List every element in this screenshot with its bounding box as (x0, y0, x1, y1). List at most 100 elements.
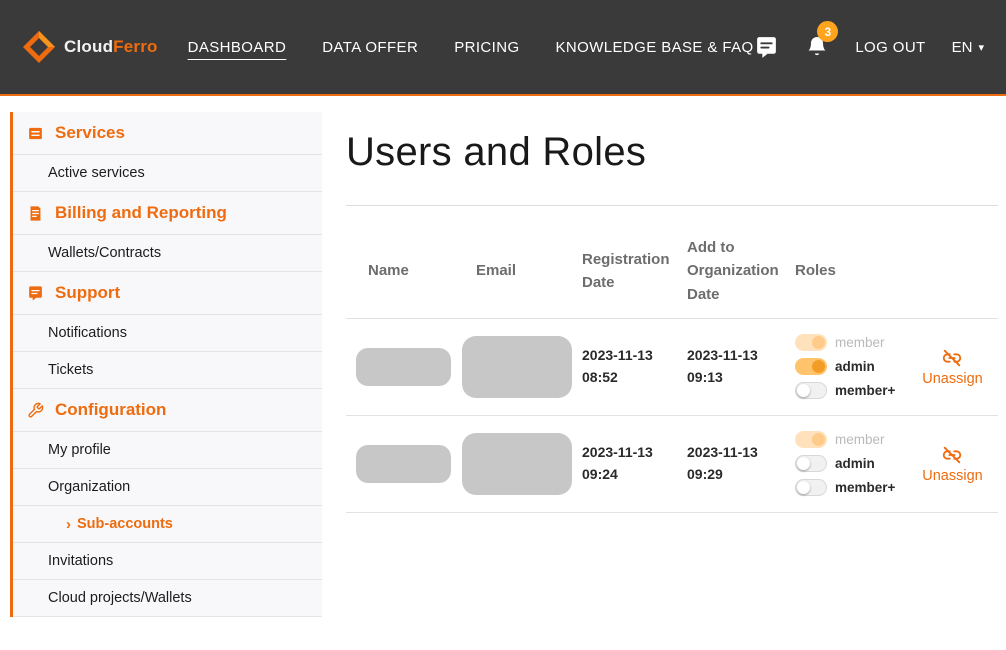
header-actions: 3 LOG OUT EN ▾ (754, 34, 984, 60)
roles-cell: member admin member+ (773, 331, 885, 403)
sidebar-item-notifications[interactable]: Notifications (13, 315, 322, 352)
main-nav: DASHBOARD DATA OFFER PRICING KNOWLEDGE B… (188, 39, 754, 56)
registration-date: 2023-11-13 08:52 (560, 345, 665, 388)
page-title: Users and Roles (346, 130, 998, 175)
email-cell (454, 433, 560, 495)
role-label: member (835, 335, 885, 350)
chevron-right-icon: › (66, 517, 71, 532)
brand-cloud: Cloud (64, 37, 113, 56)
sidebar-section-support: Support (13, 272, 322, 315)
sidebar-item-invitations[interactable]: Invitations (13, 543, 322, 580)
sidebar-section-billing: Billing and Reporting (13, 192, 322, 235)
role-row-member-plus: member+ (795, 476, 885, 500)
chat-icon (754, 35, 779, 60)
role-row-admin: admin (795, 355, 885, 379)
users-table: Name Email Registration Date Add to Orga… (346, 206, 998, 513)
unlink-icon (941, 444, 963, 466)
logout-button[interactable]: LOG OUT (855, 39, 925, 56)
toggle-knob (812, 336, 825, 349)
notification-badge: 3 (817, 21, 838, 42)
role-toggle-admin[interactable] (795, 455, 827, 472)
column-header-roles: Roles (773, 259, 885, 282)
sidebar-item-sub-accounts[interactable]: › Sub-accounts (13, 506, 322, 543)
nav-data-offer[interactable]: DATA OFFER (322, 39, 418, 56)
sidebar-section-title: Services (55, 123, 125, 143)
sidebar-section-title: Billing and Reporting (55, 203, 227, 223)
toggle-knob (797, 384, 810, 397)
name-cell (346, 348, 454, 386)
brand-ferro: Ferro (113, 37, 157, 56)
role-label: admin (835, 359, 875, 374)
unassign-button[interactable]: Unassign (922, 347, 982, 387)
redacted-email (462, 336, 572, 398)
name-cell (346, 445, 454, 483)
column-header-registration-date: Registration Date (560, 248, 665, 295)
role-label: admin (835, 456, 875, 471)
notifications-button[interactable]: 3 (805, 34, 829, 60)
redacted-email (462, 433, 572, 495)
language-selector[interactable]: EN ▾ (952, 39, 984, 56)
column-header-name: Name (346, 259, 454, 282)
brand-name: CloudFerro (64, 37, 158, 57)
toggle-knob (797, 481, 810, 494)
nav-knowledge-base-faq[interactable]: KNOWLEDGE BASE & FAQ (556, 39, 754, 56)
table-row: 2023-11-13 09:24 2023-11-13 09:29 member… (346, 416, 998, 513)
toggle-knob (812, 360, 825, 373)
redacted-name (356, 445, 451, 483)
nav-dashboard[interactable]: DASHBOARD (188, 39, 287, 56)
unassign-label: Unassign (922, 468, 982, 484)
sidebar-item-label: Sub-accounts (77, 516, 173, 532)
sidebar-item-cloud-projects-wallets[interactable]: Cloud projects/Wallets (13, 580, 322, 617)
add-to-organization-date: 2023-11-13 09:29 (665, 442, 773, 485)
sidebar-item-organization[interactable]: Organization (13, 469, 322, 506)
actions-cell: Unassign (885, 444, 998, 484)
sidebar-item-active-services[interactable]: Active services (13, 155, 322, 192)
role-row-admin: admin (795, 452, 885, 476)
sidebar-section-configuration: Configuration (13, 389, 322, 432)
role-row-member: member (795, 428, 885, 452)
sidebar-item-my-profile[interactable]: My profile (13, 432, 322, 469)
column-header-add-to-organization-date: Add to Organization Date (665, 236, 773, 306)
role-toggle-member[interactable] (795, 431, 827, 448)
role-toggle-member[interactable] (795, 334, 827, 351)
brand-logo[interactable]: CloudFerro (22, 30, 158, 64)
sidebar-section-title: Configuration (55, 400, 166, 420)
role-row-member: member (795, 331, 885, 355)
role-toggle-member-plus[interactable] (795, 382, 827, 399)
email-cell (454, 336, 560, 398)
messages-button[interactable] (754, 35, 779, 60)
registration-date: 2023-11-13 09:24 (560, 442, 665, 485)
toggle-knob (797, 457, 810, 470)
page-layout: Services Active services Billing and Rep… (0, 96, 1006, 617)
actions-cell: Unassign (885, 347, 998, 387)
unassign-label: Unassign (922, 371, 982, 387)
role-label: member (835, 432, 885, 447)
sidebar-item-wallets-contracts[interactable]: Wallets/Contracts (13, 235, 322, 272)
table-row: 2023-11-13 08:52 2023-11-13 09:13 member… (346, 319, 998, 416)
main-content: Users and Roles Name Email Registration … (322, 96, 1006, 513)
configuration-icon (27, 402, 44, 419)
roles-cell: member admin member+ (773, 428, 885, 500)
nav-pricing[interactable]: PRICING (454, 39, 519, 56)
sidebar-section-services: Services (13, 112, 322, 155)
toggle-knob (812, 433, 825, 446)
role-row-member-plus: member+ (795, 379, 885, 403)
top-header: CloudFerro DASHBOARD DATA OFFER PRICING … (0, 0, 1006, 96)
unassign-button[interactable]: Unassign (922, 444, 982, 484)
sidebar: Services Active services Billing and Rep… (10, 112, 322, 617)
language-label: EN (952, 39, 973, 56)
services-icon (27, 125, 44, 142)
cloudferro-logo-icon (22, 30, 56, 64)
redacted-name (356, 348, 451, 386)
sidebar-item-tickets[interactable]: Tickets (13, 352, 322, 389)
sidebar-section-title: Support (55, 283, 120, 303)
column-header-email: Email (454, 259, 560, 282)
add-to-organization-date: 2023-11-13 09:13 (665, 345, 773, 388)
billing-icon (27, 205, 44, 222)
table-header-row: Name Email Registration Date Add to Orga… (346, 206, 998, 319)
role-toggle-admin[interactable] (795, 358, 827, 375)
chevron-down-icon: ▾ (978, 41, 984, 54)
unlink-icon (941, 347, 963, 369)
role-toggle-member-plus[interactable] (795, 479, 827, 496)
support-icon (27, 285, 44, 302)
